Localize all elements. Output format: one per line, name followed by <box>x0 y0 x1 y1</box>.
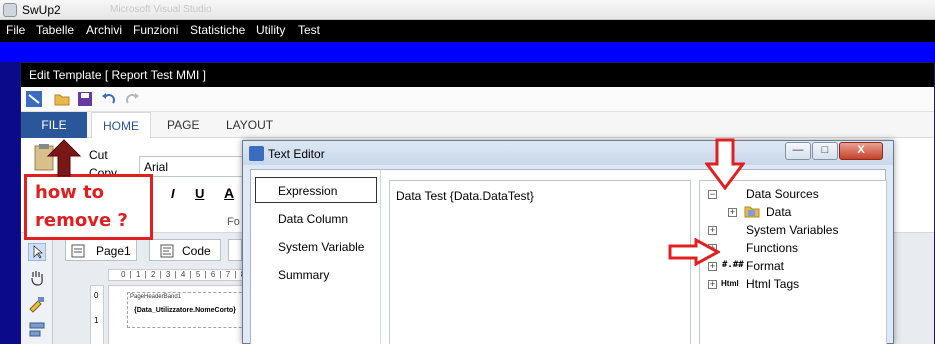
tree-item-format[interactable]: Format <box>746 259 784 273</box>
cut-button[interactable]: Cut <box>89 148 108 162</box>
menu-file[interactable]: File <box>6 23 25 37</box>
ribbon-tabs: FILE HOME PAGE LAYOUT <box>21 112 934 139</box>
tab-page1[interactable]: Page1 <box>65 239 137 261</box>
align-icon[interactable] <box>28 321 46 339</box>
menubar: File Tabelle Archivi Funzioni Statistich… <box>0 20 935 42</box>
menu-tabelle[interactable]: Tabelle <box>36 23 74 37</box>
annotation-box: how to remove ? <box>24 174 153 240</box>
tree-item-data-sources[interactable]: Data Sources <box>746 187 819 201</box>
format-painter-icon[interactable] <box>28 295 46 313</box>
dictionary-tree: − Data Sources + Data + System Variables… <box>699 180 887 344</box>
tab-home[interactable]: HOME <box>91 112 151 139</box>
tree-item-data[interactable]: Data <box>766 205 791 219</box>
format-icon: #.## <box>722 260 744 270</box>
text-editor-titlebar: Text Editor — □ X <box>243 141 893 165</box>
app-title: SwUp2 <box>22 3 61 17</box>
text-editor-body: Expression Data Column System Variable S… <box>250 169 887 344</box>
page-icon <box>71 244 85 258</box>
template-title: Edit Template [ Report Test MMI ] <box>29 68 206 82</box>
italic-button[interactable]: I <box>171 186 175 201</box>
mode-summary[interactable]: Summary <box>278 268 329 282</box>
tree-item-functions[interactable]: Functions <box>746 241 798 255</box>
tab-file[interactable]: FILE <box>21 112 87 138</box>
minimize-button[interactable]: — <box>785 142 811 160</box>
tree-expander[interactable]: + <box>728 208 737 217</box>
mode-data-column[interactable]: Data Column <box>278 212 348 226</box>
annotation-line1: how to <box>35 182 105 203</box>
annotation-arrow-right-icon <box>668 238 720 266</box>
tree-expander[interactable]: + <box>708 226 717 235</box>
menu-test[interactable]: Test <box>298 23 320 37</box>
redo-icon[interactable] <box>124 91 140 107</box>
text-editor-icon <box>249 146 264 161</box>
expression-text: Data Test {Data.DataTest} <box>396 189 534 203</box>
tab-preview[interactable] <box>228 239 242 261</box>
app-titlebar: SwUp2 Microsoft Visual Studio <box>0 0 935 20</box>
tree-item-html-tags[interactable]: Html Tags <box>746 277 799 291</box>
underline-button[interactable]: U <box>195 186 204 201</box>
pointer-icon[interactable] <box>28 243 46 261</box>
tree-expander[interactable]: + <box>708 280 717 289</box>
mode-expression[interactable]: Expression <box>278 184 337 198</box>
menu-statistiche[interactable]: Statistiche <box>190 23 245 37</box>
font-color-button[interactable]: A <box>224 185 234 201</box>
undo-icon[interactable] <box>101 91 117 107</box>
editor-mode-list: Expression Data Column System Variable S… <box>251 170 381 344</box>
open-folder-icon[interactable] <box>54 91 70 107</box>
annotation-arrow-up-icon <box>46 139 82 177</box>
mdi-background <box>0 42 935 62</box>
template-titlebar: Edit Template [ Report Test MMI ] <box>21 63 934 87</box>
code-icon <box>160 244 174 258</box>
faded-title: Microsoft Visual Studio <box>110 4 212 15</box>
menu-utility[interactable]: Utility <box>256 23 285 37</box>
text-editor-dialog: Text Editor — □ X Expression Data Column… <box>242 140 894 344</box>
tree-expander[interactable]: − <box>708 190 717 199</box>
save-icon[interactable] <box>77 91 93 107</box>
tab-layout[interactable]: LAYOUT <box>226 118 273 132</box>
annotation-line2: remove ? <box>35 210 128 231</box>
tree-item-system-variables[interactable]: System Variables <box>746 223 838 237</box>
app-icon <box>3 3 17 17</box>
annotation-arrow-down-icon <box>705 138 745 190</box>
tab-page[interactable]: PAGE <box>167 118 199 132</box>
close-button[interactable]: X <box>839 142 883 160</box>
quick-access-toolbar <box>21 87 934 112</box>
report-field[interactable]: {Data_Utilizzatore.NomeCorto} <box>134 307 236 314</box>
tab-code-label: Code <box>182 244 211 258</box>
tab-code[interactable]: Code <box>149 239 221 261</box>
vertical-ruler: 0 1 <box>90 285 104 344</box>
band-label: PageHeaderBand1 <box>130 294 182 300</box>
menu-funzioni[interactable]: Funzioni <box>133 23 178 37</box>
data-source-icon <box>744 206 760 218</box>
font-group-label: Fo <box>227 216 240 228</box>
font-name-field[interactable]: Arial <box>139 156 249 177</box>
hand-icon[interactable] <box>28 269 46 287</box>
tab-page1-label: Page1 <box>96 244 131 258</box>
html-icon: Html <box>721 279 739 288</box>
mode-system-variable[interactable]: System Variable <box>278 240 364 254</box>
left-toolbox <box>21 233 53 344</box>
expression-editor[interactable]: Data Test {Data.DataTest} <box>389 180 691 344</box>
text-editor-title: Text Editor <box>268 147 325 161</box>
menu-archivi[interactable]: Archivi <box>86 23 122 37</box>
app-menu-icon[interactable] <box>26 91 42 107</box>
maximize-button[interactable]: □ <box>812 142 838 160</box>
